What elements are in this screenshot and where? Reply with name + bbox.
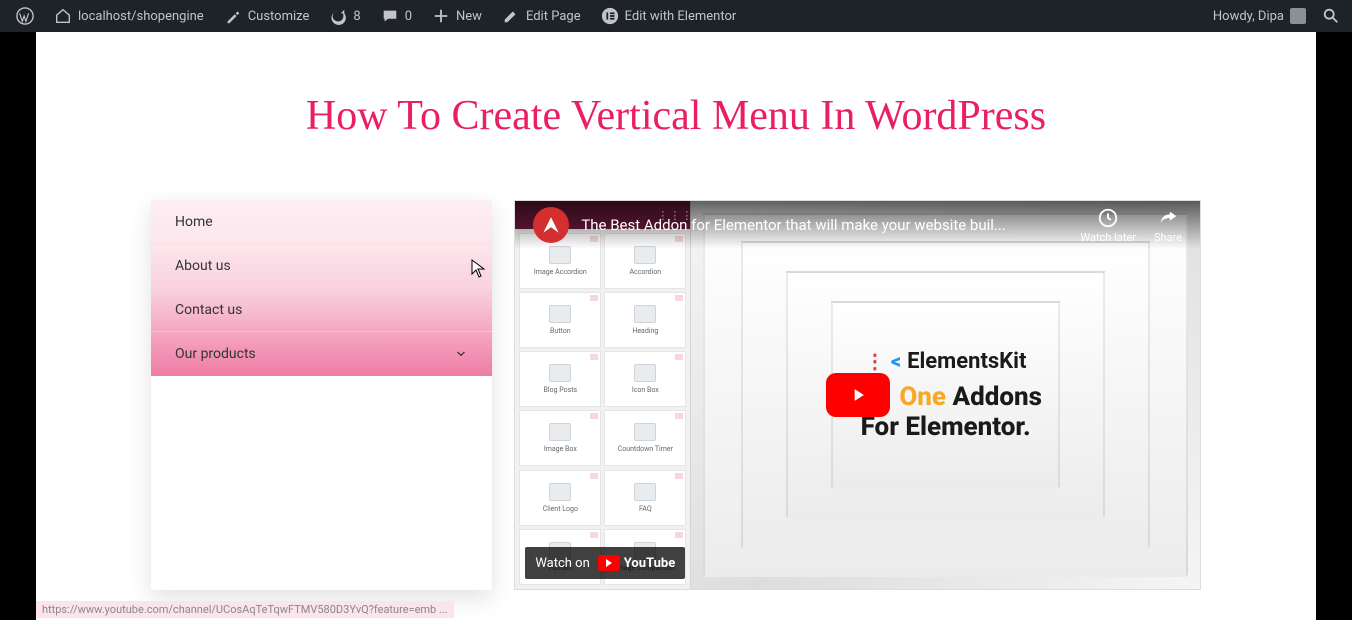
vertical-menu: Home About us Contact us Our products: [151, 200, 492, 590]
page-title: How To Create Vertical Menu In WordPress: [36, 92, 1316, 140]
letterbox-right: [1316, 32, 1352, 620]
wp-logo[interactable]: [8, 0, 42, 32]
watch-on-label: Watch on: [535, 556, 589, 571]
share-label: Share: [1154, 231, 1182, 244]
menu-item-label: Contact us: [175, 302, 242, 318]
clock-icon: [1097, 207, 1119, 229]
refresh-icon: [329, 7, 347, 25]
new-label: New: [456, 9, 482, 24]
menu-item-label: Home: [175, 214, 213, 230]
comments-link[interactable]: 0: [373, 0, 420, 32]
updates-link[interactable]: 8: [321, 0, 368, 32]
video-top-bar: The Best Addon for Elementor that will m…: [515, 201, 1200, 249]
howdy-user[interactable]: Howdy, Dipa: [1205, 0, 1314, 32]
avatar: [1290, 8, 1306, 24]
share-button[interactable]: Share: [1154, 207, 1182, 244]
pencil-icon: [502, 7, 520, 25]
widget-heading[interactable]: Heading: [604, 292, 686, 348]
brand-logo: ⋮< ElementsKit: [849, 349, 1042, 374]
widget-button[interactable]: Button: [519, 292, 601, 348]
play-button[interactable]: [826, 373, 890, 417]
customize-link[interactable]: Customize: [216, 0, 318, 32]
menu-item-home[interactable]: Home: [151, 200, 492, 244]
youtube-embed: The Best Addon for Elementor that will m…: [514, 200, 1201, 590]
widget-blog-posts[interactable]: Blog Posts: [519, 351, 601, 407]
menu-item-label: Our products: [175, 346, 256, 362]
widget-faq[interactable]: FAQ: [604, 470, 686, 526]
video-thumbnail: ⋮< ElementsKit A One Addons For Elemento…: [691, 201, 1200, 589]
search-toggle[interactable]: [1318, 0, 1344, 32]
edit-elementor-link[interactable]: Edit with Elementor: [593, 0, 745, 32]
home-icon: [54, 7, 72, 25]
howdy-label: Howdy, Dipa: [1213, 9, 1284, 24]
play-icon: [848, 385, 868, 405]
elementor-icon: [601, 7, 619, 25]
watch-later-button[interactable]: Watch later: [1080, 207, 1136, 244]
share-icon: [1157, 207, 1179, 229]
comment-icon: [381, 7, 399, 25]
wp-admin-bar: localhost/shopengine Customize 8 0 New: [0, 0, 1352, 32]
site-name[interactable]: localhost/shopengine: [46, 0, 212, 32]
edit-elementor-label: Edit with Elementor: [625, 9, 737, 24]
letterbox-left: [0, 32, 36, 620]
widget-client-logo[interactable]: Client Logo: [519, 470, 601, 526]
wordpress-icon: [16, 7, 34, 25]
plus-icon: [432, 7, 450, 25]
widget-countdown[interactable]: Countdown Timer: [604, 410, 686, 466]
menu-item-contact[interactable]: Contact us: [151, 288, 492, 332]
widget-icon-box[interactable]: Icon Box: [604, 351, 686, 407]
chevron-down-icon: [454, 347, 468, 361]
menu-item-products[interactable]: Our products: [151, 332, 492, 376]
menu-item-label: About us: [175, 258, 231, 274]
search-icon: [1322, 7, 1340, 25]
updates-count: 8: [353, 9, 360, 24]
edit-page-label: Edit Page: [526, 9, 581, 24]
elementor-panel: ⋮⋮⋮ Image Accordion Accordion Button Hea…: [515, 201, 691, 589]
edit-page-link[interactable]: Edit Page: [494, 0, 589, 32]
menu-item-about[interactable]: About us: [151, 244, 492, 288]
status-bar-link: https://www.youtube.com/channel/UCosAqTe…: [36, 601, 454, 618]
elementor-widgets-grid: Image Accordion Accordion Button Heading…: [515, 229, 690, 589]
customize-label: Customize: [248, 9, 310, 24]
cursor-icon: [471, 259, 487, 279]
channel-avatar[interactable]: [533, 207, 569, 243]
watch-on-youtube[interactable]: Watch on YouTube: [525, 547, 685, 579]
watch-later-label: Watch later: [1080, 231, 1136, 244]
comments-count: 0: [405, 9, 412, 24]
brush-icon: [224, 7, 242, 25]
widget-image-box[interactable]: Image Box: [519, 410, 601, 466]
site-name-label: localhost/shopengine: [78, 9, 204, 24]
new-link[interactable]: New: [424, 0, 490, 32]
page-content: How To Create Vertical Menu In WordPress…: [36, 32, 1316, 620]
youtube-logo: YouTube: [598, 555, 675, 571]
video-title[interactable]: The Best Addon for Elementor that will m…: [581, 216, 1005, 234]
